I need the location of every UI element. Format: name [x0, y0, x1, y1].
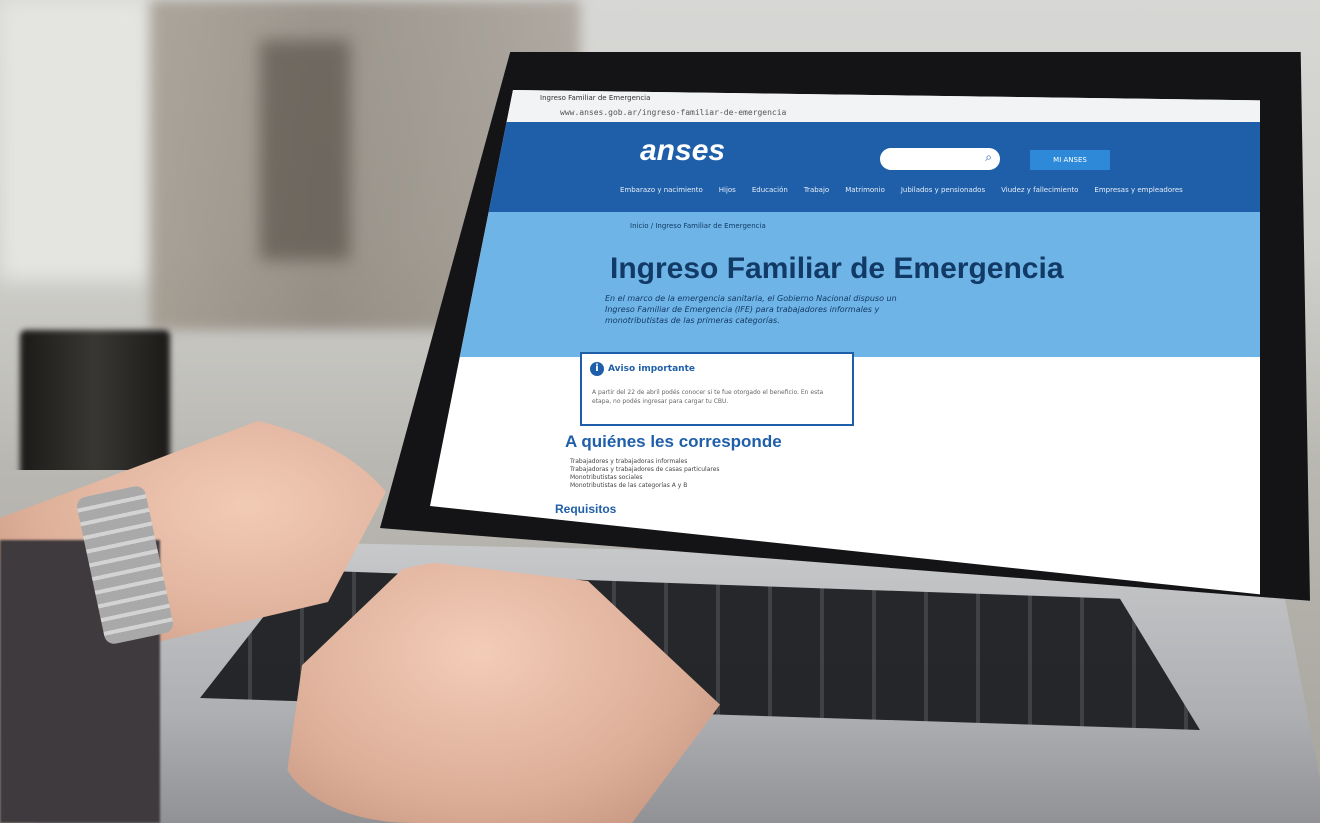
- page-title: Ingreso Familiar de Emergencia: [610, 252, 1064, 285]
- list-item: Trabajadoras y trabajadores de casas par…: [570, 466, 720, 473]
- mi-anses-button[interactable]: MI ANSES: [1030, 150, 1110, 170]
- nav-item[interactable]: Trabajo: [804, 186, 829, 212]
- list-item: Trabajadores y trabajadoras informales: [570, 458, 688, 465]
- section-title: A quiénes les corresponde: [565, 432, 782, 451]
- search-icon[interactable]: ⌕: [985, 150, 992, 165]
- nav-item[interactable]: Hijos: [719, 186, 736, 212]
- address-bar[interactable]: www.anses.gob.ar/ingreso-familiar-de-eme…: [560, 108, 786, 117]
- list-item: Monotributistas de las categorías A y B: [570, 482, 688, 489]
- photo-scene: Ingreso Familiar de Emergencia www.anses…: [0, 0, 1320, 823]
- nav-item[interactable]: Embarazo y nacimiento: [620, 186, 703, 212]
- section-list: Trabajadores y trabajadoras informales T…: [570, 458, 720, 490]
- background-shelf-shadow: [260, 40, 350, 260]
- nav-item[interactable]: Educación: [752, 186, 788, 212]
- background-lamp: [0, 0, 150, 280]
- notice-title: Aviso importante: [608, 364, 695, 374]
- anses-logo[interactable]: anses: [640, 134, 725, 168]
- nav-item[interactable]: Viudez y fallecimiento: [1001, 186, 1078, 212]
- mug: [20, 330, 170, 480]
- nav-item[interactable]: Empresas y empleadores: [1094, 186, 1182, 212]
- info-icon: i: [590, 362, 604, 376]
- nav-item[interactable]: Matrimonio: [845, 186, 885, 212]
- requirements-title: Requisitos: [555, 502, 617, 516]
- breadcrumb[interactable]: Inicio / Ingreso Familiar de Emergencia: [630, 222, 766, 230]
- page-lead: En el marco de la emergencia sanitaria, …: [605, 294, 897, 325]
- notice-body: A partir del 22 de abril podés conocer s…: [592, 389, 824, 405]
- nav-item[interactable]: Jubilados y pensionados: [901, 186, 985, 212]
- browser-tab-title[interactable]: Ingreso Familiar de Emergencia: [540, 94, 650, 102]
- main-nav: Embarazo y nacimiento Hijos Educación Tr…: [620, 186, 1220, 212]
- search-input[interactable]: ⌕: [880, 148, 1000, 170]
- list-item: Monotributistas sociales: [570, 474, 643, 481]
- notice-box: i Aviso importante A partir del 22 de ab…: [580, 352, 854, 426]
